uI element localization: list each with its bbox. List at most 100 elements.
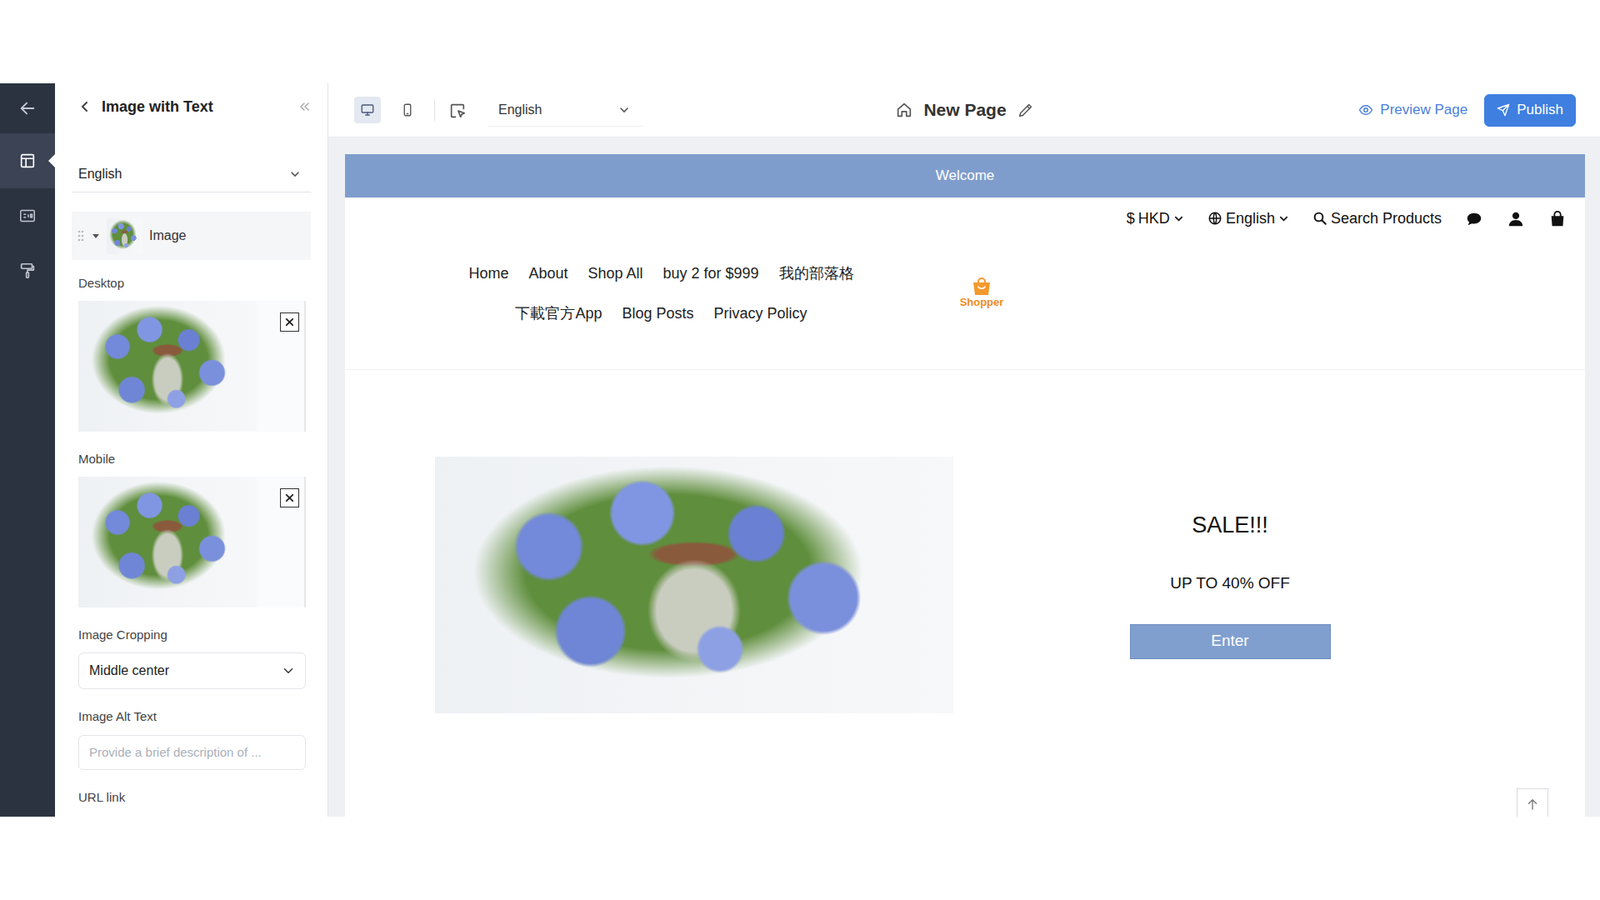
collapse-icon[interactable] (297, 100, 311, 114)
preview-page-link[interactable]: Preview Page (1358, 99, 1468, 121)
select-cursor-icon (448, 101, 467, 120)
nav-link[interactable]: Privacy Policy (714, 293, 808, 334)
close-icon (284, 316, 295, 328)
select-tool[interactable] (448, 100, 467, 120)
nav-link[interactable]: buy 2 for $999 (663, 253, 760, 294)
desktop-photo (78, 300, 257, 432)
mobile-label: Mobile (78, 450, 306, 468)
toolbar-language-value: English (498, 100, 542, 120)
side-rail (0, 83, 55, 817)
image-with-text-section[interactable]: SALE!!! UP TO 40% OFF Enter (345, 370, 1585, 800)
rail-item[interactable] (0, 188, 55, 244)
banner-subtitle: UP TO 40% OFF (1170, 573, 1290, 593)
rail-item[interactable] (0, 243, 55, 299)
user-icon (1506, 210, 1525, 229)
mobile-icon (400, 102, 415, 118)
desktop-image[interactable] (78, 300, 306, 432)
search-products[interactable]: Search Products (1312, 207, 1442, 230)
layer-item[interactable]: Image (71, 211, 311, 260)
utility-bar: $ HKD English Search Products (345, 197, 1585, 240)
globe-icon (1207, 210, 1223, 226)
search-label: Search Products (1330, 207, 1442, 230)
pencil-icon[interactable] (1016, 100, 1035, 120)
close-icon (284, 492, 295, 504)
device-button[interactable] (394, 96, 421, 124)
site-header: Home About Shop All buy 2 for $999 我的部落格下載官方… (345, 239, 1585, 370)
announcement-bar: Welcome (345, 154, 1585, 198)
search-icon (1312, 210, 1328, 226)
publish-label: Publish (1516, 99, 1564, 121)
language-label: English (1225, 207, 1275, 230)
scroll-top-button[interactable] (1516, 788, 1549, 817)
cart-button[interactable] (1548, 207, 1567, 230)
currency-select[interactable]: $ HKD (1126, 207, 1185, 230)
caret-icon[interactable] (91, 231, 100, 240)
desktop-label: Desktop (78, 275, 306, 292)
language-value: English (78, 164, 122, 185)
layer-thumbnail (106, 218, 143, 255)
back-arrow-icon (18, 99, 37, 118)
nav-link[interactable]: 下載官方App (515, 293, 602, 334)
send-icon (1496, 103, 1510, 117)
chat-button[interactable] (1465, 207, 1484, 230)
banner-title: SALE!!! (1191, 511, 1269, 540)
cropping-select[interactable]: Middle center (78, 652, 306, 690)
device-button[interactable] (354, 96, 381, 124)
rail-items (0, 133, 55, 299)
home-icon (895, 100, 914, 120)
editor-canvas: Welcome $ HKD English Searc (328, 137, 1600, 817)
seo-icon (18, 206, 37, 225)
toolbar-language-select[interactable]: English (488, 93, 642, 127)
remove-mobile-button[interactable] (280, 488, 300, 508)
settings-panel: Image with Text English Image Desktop Mo… (55, 83, 329, 817)
nav-link[interactable]: 我的部落格 (779, 253, 855, 294)
nav-link[interactable]: About (528, 253, 568, 294)
nav-link[interactable]: Blog Posts (621, 293, 694, 334)
panel-header: Image with Text (71, 83, 311, 130)
panel-title: Image with Text (101, 95, 298, 119)
remove-desktop-button[interactable] (280, 312, 300, 332)
paint-roller-icon (18, 261, 37, 280)
chat-icon (1465, 210, 1484, 229)
chevron-down-icon (289, 168, 301, 180)
eye-icon (1358, 102, 1374, 118)
desktop-icon (360, 102, 375, 118)
cropping-label: Image Cropping (78, 626, 306, 644)
drag-handle-icon[interactable] (76, 229, 85, 243)
chevron-left-icon[interactable] (78, 100, 92, 114)
chevron-down-icon (1278, 213, 1290, 225)
alt-text-input[interactable] (78, 735, 306, 770)
currency-symbol: $ (1126, 207, 1135, 230)
nav-link[interactable]: Shop All (587, 253, 643, 294)
mobile-image[interactable] (78, 476, 306, 608)
layer-label: Image (149, 225, 186, 246)
chevron-down-icon (618, 104, 630, 116)
bag-icon (1548, 210, 1567, 229)
account-button[interactable] (1506, 207, 1525, 230)
announcement-text: Welcome (935, 165, 995, 187)
url-label: URL link (78, 789, 306, 806)
logo-text: Shopper (960, 295, 1005, 310)
store-logo[interactable]: Shopper (944, 277, 1020, 310)
page-preview: Welcome $ HKD English Searc (345, 154, 1585, 817)
arrow-up-icon (1525, 796, 1540, 812)
main-nav: Home About Shop All buy 2 for $999 我的部落格下載官方… (428, 253, 895, 334)
alt-text-label: Image Alt Text (78, 708, 306, 725)
chevron-down-icon (1173, 213, 1185, 225)
layout-icon (18, 151, 37, 170)
rail-item[interactable] (0, 133, 55, 189)
nav-link[interactable]: Home (468, 253, 509, 294)
banner-photo (435, 456, 954, 714)
currency-value: HKD (1138, 207, 1170, 230)
enter-button[interactable]: Enter (1130, 624, 1331, 660)
device-switch (354, 96, 421, 124)
mobile-photo (78, 476, 257, 608)
publish-button[interactable]: Publish (1484, 94, 1576, 127)
back-button[interactable] (0, 83, 55, 134)
language-select[interactable]: English (71, 155, 311, 193)
shopping-bag-logo-icon (971, 277, 992, 296)
toolbar: English New Page Preview Page Publish (328, 83, 1600, 138)
page-title: New Page (923, 96, 1006, 124)
preview-page-label: Preview Page (1380, 99, 1468, 121)
language-switch[interactable]: English (1207, 207, 1290, 230)
